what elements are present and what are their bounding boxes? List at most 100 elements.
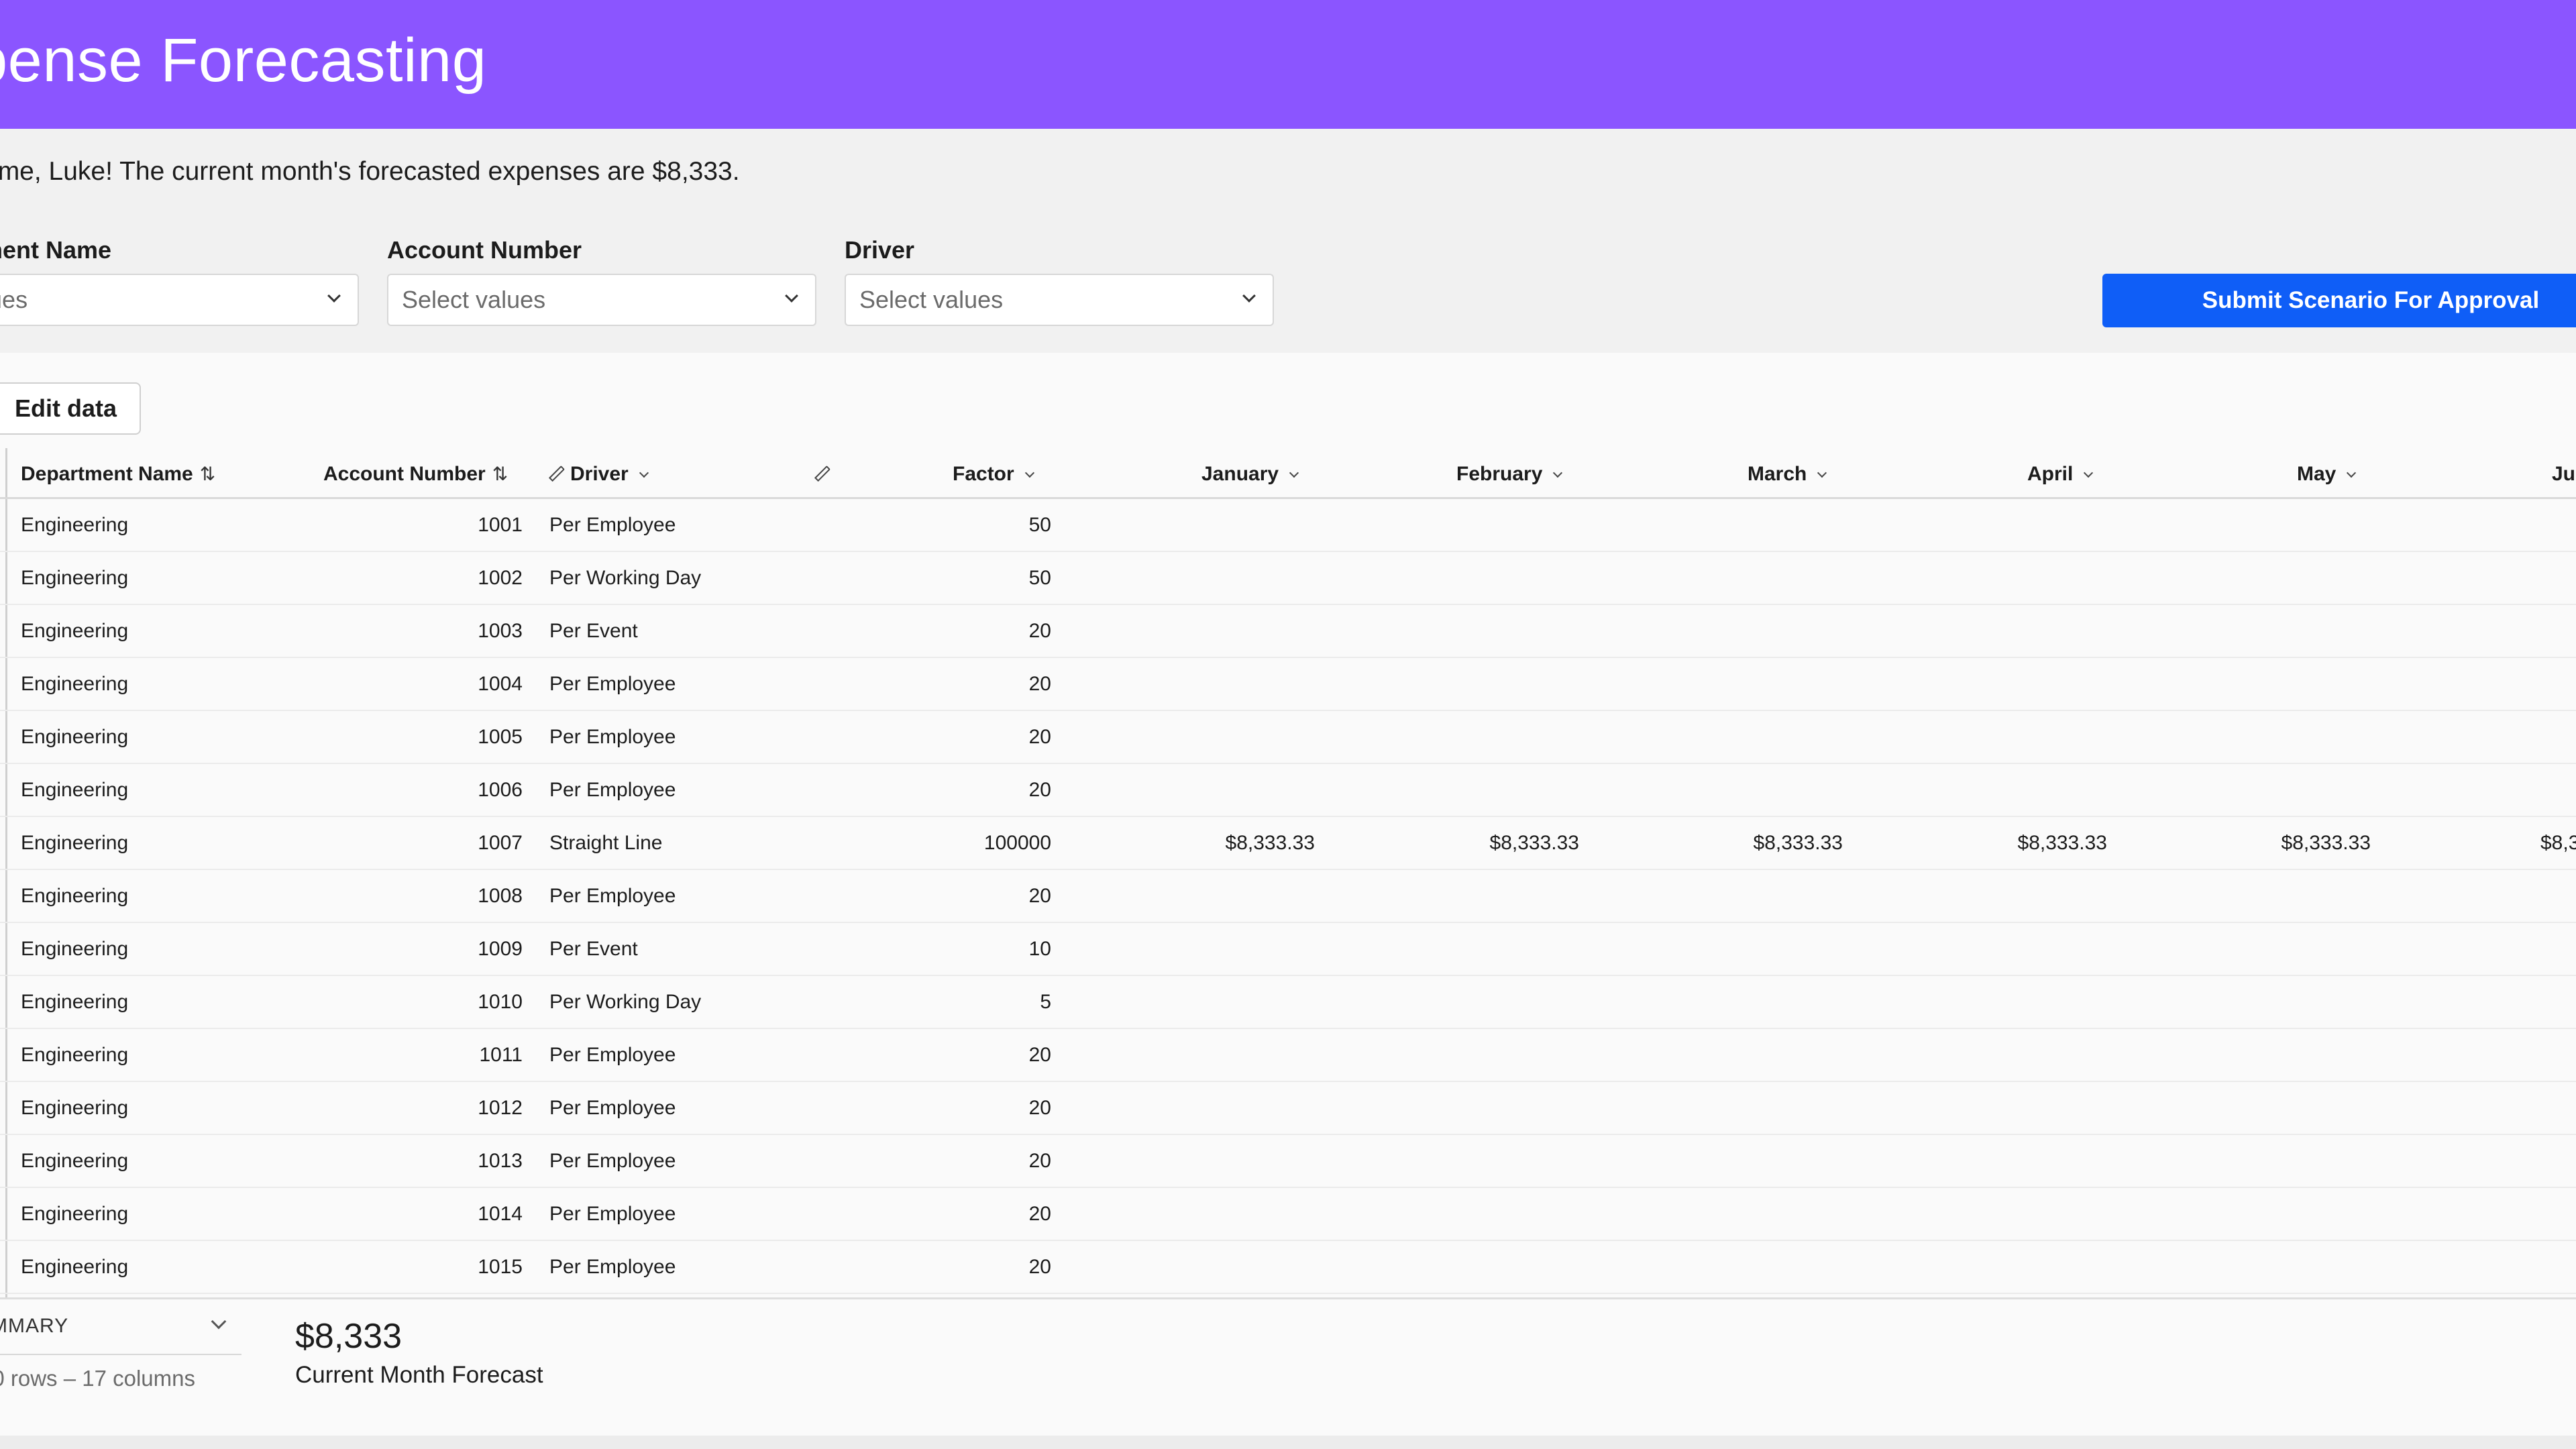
cell-account[interactable]: 1006 [478,779,523,802]
cell-june[interactable]: $8,3 [2540,832,2576,855]
chevron-down-icon[interactable] [1817,468,1827,478]
summary-toggle-label[interactable]: JMMARY [0,1315,68,1338]
cell-department[interactable]: Engineering [21,726,128,749]
cell-april[interactable]: $8,333.33 [2018,832,2107,855]
edit-data-button[interactable]: Edit data [0,382,141,435]
table-row[interactable]: Engineering 1009 Per Event 10 [0,923,2576,976]
cell-driver[interactable]: Per Employee [549,726,676,749]
sort-icon[interactable]: ⇅ [492,463,508,485]
edit-column-icon[interactable] [814,463,836,486]
cell-factor[interactable]: 20 [1029,1097,1051,1120]
filter-select-account[interactable]: Select values [387,274,816,326]
col-header-may[interactable]: May [2297,463,2357,486]
cell-account[interactable]: 1009 [478,938,523,961]
cell-department[interactable]: Engineering [21,832,128,855]
cell-department[interactable]: Engineering [21,1044,128,1067]
col-header-driver[interactable]: Driver [548,463,649,486]
cell-account[interactable]: 1012 [478,1097,523,1120]
cell-department[interactable]: Engineering [21,620,128,643]
cell-account[interactable]: 1011 [479,1044,523,1067]
col-header-account[interactable]: Account Number ⇅ [323,463,508,486]
table-row[interactable]: Engineering 1002 Per Working Day 50 [0,552,2576,605]
cell-driver[interactable]: Per Working Day [549,991,701,1014]
table-row[interactable]: Engineering 1010 Per Working Day 5 [0,976,2576,1029]
cell-department[interactable]: Engineering [21,1150,128,1173]
cell-factor[interactable]: 20 [1029,1203,1051,1226]
table-row[interactable]: Engineering 1013 Per Employee 20 [0,1135,2576,1188]
cell-account[interactable]: 1001 [478,514,523,537]
cell-factor[interactable]: 20 [1029,885,1051,908]
cell-driver[interactable]: Per Employee [549,779,676,802]
chevron-down-icon[interactable] [1553,468,1563,478]
chevron-down-icon[interactable] [2084,468,2094,478]
col-header-march[interactable]: March [1748,463,1827,486]
cell-factor[interactable]: 50 [1029,514,1051,537]
cell-driver[interactable]: Per Employee [549,673,676,696]
cell-driver[interactable]: Per Employee [549,885,676,908]
col-header-january[interactable]: January [1201,463,1299,486]
cell-account[interactable]: 1010 [478,991,523,1014]
col-header-department[interactable]: Department Name ⇅ [21,463,215,486]
cell-driver[interactable]: Per Employee [549,1097,676,1120]
cell-february[interactable]: $8,333.33 [1490,832,1579,855]
table-row[interactable]: Engineering 1007 Straight Line 100000 $8,333… [0,817,2576,870]
table-row[interactable]: Engineering 1005 Per Employee 20 [0,711,2576,764]
cell-driver[interactable]: Per Event [549,938,638,961]
cell-driver[interactable]: Per Event [549,620,638,643]
filter-select-driver[interactable]: Select values [845,274,1274,326]
cell-factor[interactable]: 100000 [984,832,1051,855]
table-row[interactable]: Engineering 1015 Per Employee 20 [0,1241,2576,1294]
table-row[interactable]: Engineering 1008 Per Employee 20 [0,870,2576,923]
cell-department[interactable]: Engineering [21,514,128,537]
cell-department[interactable]: Engineering [21,1203,128,1226]
cell-account[interactable]: 1008 [478,885,523,908]
cell-account[interactable]: 1013 [478,1150,523,1173]
table-row[interactable]: Engineering 1006 Per Employee 20 [0,764,2576,817]
cell-driver[interactable]: Per Working Day [549,567,701,590]
cell-factor[interactable]: 50 [1029,567,1051,590]
chevron-down-icon[interactable] [639,468,649,478]
cell-department[interactable]: Engineering [21,938,128,961]
table-row[interactable]: Engineering 1003 Per Event 20 [0,605,2576,658]
cell-may[interactable]: $8,333.33 [2282,832,2371,855]
cell-department[interactable]: Engineering [21,779,128,802]
cell-driver[interactable]: Per Employee [549,1256,676,1279]
col-header-february[interactable]: February [1456,463,1563,486]
cell-account[interactable]: 1003 [478,620,523,643]
table-row[interactable]: Engineering 1001 Per Employee 50 [0,499,2576,552]
cell-factor[interactable]: 20 [1029,726,1051,749]
table-row[interactable]: Engineering 1014 Per Employee 20 [0,1188,2576,1241]
col-header-april[interactable]: April [2027,463,2094,486]
cell-driver[interactable]: Per Employee [549,1203,676,1226]
cell-january[interactable]: $8,333.33 [1226,832,1315,855]
sort-icon[interactable]: ⇅ [200,463,215,485]
cell-factor[interactable]: 5 [1040,991,1051,1014]
table-row[interactable]: Engineering 1012 Per Employee 20 [0,1082,2576,1135]
cell-account[interactable]: 1014 [478,1203,523,1226]
cell-account[interactable]: 1005 [478,726,523,749]
cell-driver[interactable]: Per Employee [549,1150,676,1173]
cell-department[interactable]: Engineering [21,1097,128,1120]
cell-factor[interactable]: 20 [1029,1044,1051,1067]
cell-factor[interactable]: 20 [1029,779,1051,802]
cell-driver[interactable]: Straight Line [549,832,662,855]
cell-factor[interactable]: 10 [1029,938,1051,961]
cell-department[interactable]: Engineering [21,673,128,696]
cell-department[interactable]: Engineering [21,991,128,1014]
col-header-factor[interactable]: Factor [953,463,1034,486]
table-row[interactable]: Engineering 1011 Per Employee 20 [0,1029,2576,1082]
chevron-down-icon[interactable] [1289,468,1299,478]
cell-march[interactable]: $8,333.33 [1754,832,1843,855]
cell-department[interactable]: Engineering [21,885,128,908]
cell-factor[interactable]: 20 [1029,1150,1051,1173]
filter-select-department[interactable]: t values [0,274,359,326]
chevron-down-icon[interactable] [2347,468,2357,478]
cell-account[interactable]: 1007 [478,832,523,855]
cell-factor[interactable]: 20 [1029,673,1051,696]
cell-department[interactable]: Engineering [21,1256,128,1279]
cell-account[interactable]: 1015 [478,1256,523,1279]
cell-department[interactable]: Engineering [21,567,128,590]
cell-driver[interactable]: Per Employee [549,514,676,537]
cell-driver[interactable]: Per Employee [549,1044,676,1067]
cell-factor[interactable]: 20 [1029,1256,1051,1279]
